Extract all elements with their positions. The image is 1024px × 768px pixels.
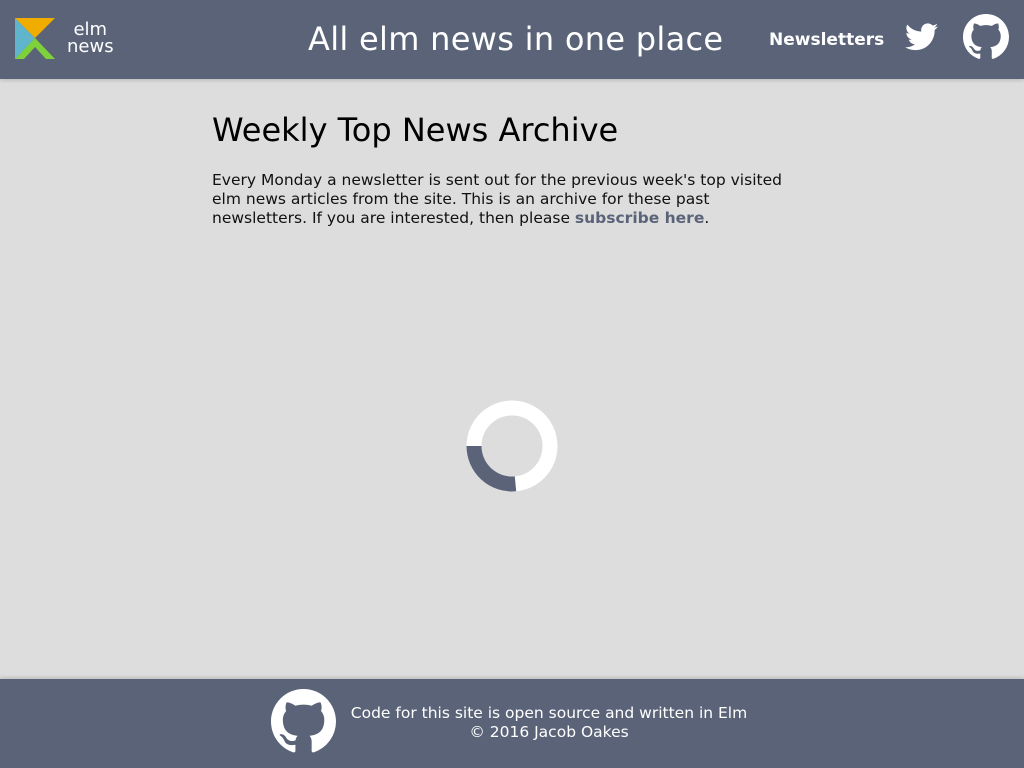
footer-github-link[interactable] bbox=[271, 689, 336, 754]
brand-wordmark: elm news bbox=[67, 21, 114, 57]
archive-intro-paragraph: Every Monday a newsletter is sent out fo… bbox=[212, 171, 808, 228]
page-title: Weekly Top News Archive bbox=[212, 111, 619, 149]
archive-intro-suffix: . bbox=[704, 209, 710, 227]
loading-spinner-icon bbox=[466, 400, 558, 492]
github-link[interactable] bbox=[963, 14, 1009, 60]
brand-line-news: news bbox=[67, 36, 114, 57]
main-content: Weekly Top News Archive Every Monday a n… bbox=[212, 112, 812, 228]
brand-home-link[interactable]: elm news bbox=[15, 17, 114, 59]
twitter-icon bbox=[905, 23, 938, 51]
footer-text: Code for this site is open source and wr… bbox=[346, 704, 752, 742]
twitter-link[interactable] bbox=[905, 23, 938, 51]
site-footer: Code for this site is open source and wr… bbox=[0, 679, 1024, 768]
footer-source-link[interactable]: Code for this site is open source and wr… bbox=[351, 704, 747, 722]
nav-newsletters-link[interactable]: Newsletters bbox=[769, 29, 884, 51]
site-header: elm news All elm news in one place Newsl… bbox=[0, 0, 1024, 79]
subscribe-link[interactable]: subscribe here bbox=[575, 209, 704, 227]
footer-copyright: © 2016 Jacob Oakes bbox=[469, 723, 629, 741]
site-tagline: All elm news in one place bbox=[308, 20, 724, 58]
github-icon bbox=[963, 14, 1009, 60]
elm-logo-icon bbox=[15, 17, 55, 59]
github-icon bbox=[271, 689, 336, 754]
